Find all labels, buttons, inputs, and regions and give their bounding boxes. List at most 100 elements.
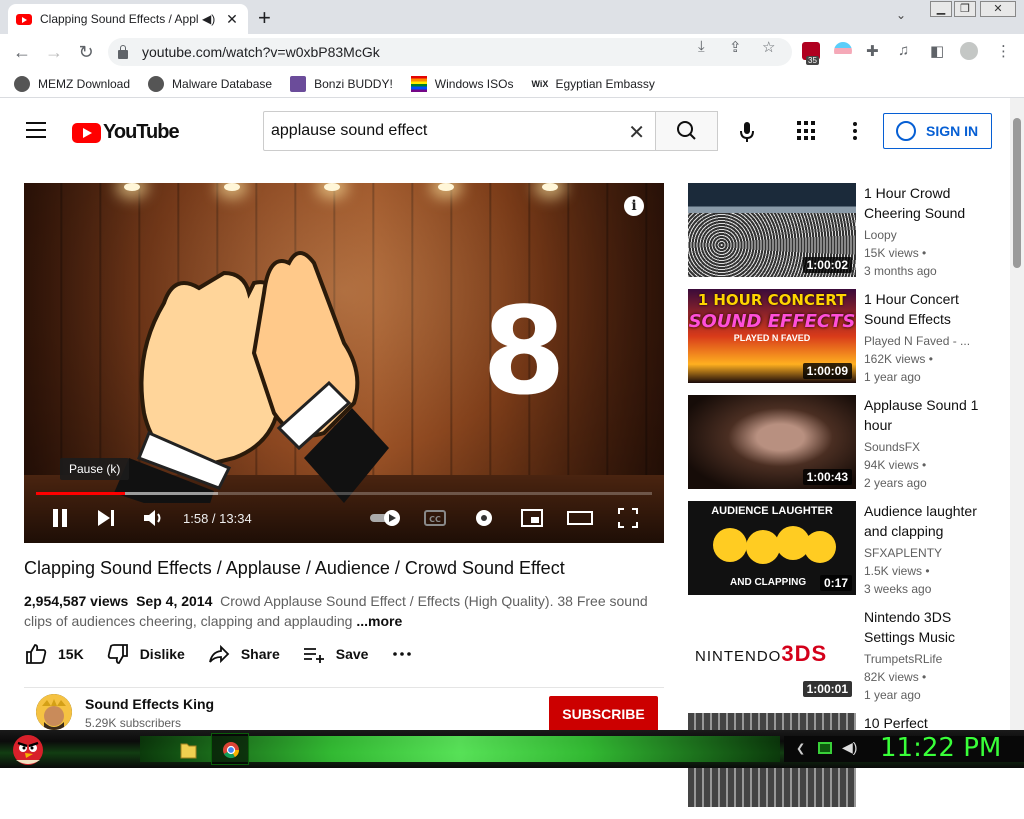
speaker-icon[interactable]: ◀) — [202, 12, 218, 26]
restore-button[interactable]: ❐ — [954, 1, 976, 17]
video-thumbnail[interactable]: AUDIENCE LAUGHTER AND CLAPPING 0:17 — [688, 501, 856, 595]
recommendation-title[interactable]: 1 Hour Crowd Cheering Sound Effect — [864, 183, 984, 223]
recommendation-channel[interactable]: TrumpetsRLife — [864, 652, 942, 666]
flag-extension-icon[interactable] — [834, 42, 852, 60]
video-player[interactable]: 8 i Pause (k) 1:58 / 13:34 CC — [24, 183, 664, 543]
scrollbar-thumb[interactable] — [1013, 118, 1021, 268]
browser-tab[interactable]: Clapping Sound Effects / Applause / Audi… — [8, 4, 248, 34]
time-display: 1:58 / 13:34 — [183, 511, 252, 526]
recommendation-item[interactable]: AUDIENCE LAUGHTER AND CLAPPING 0:17 Audi… — [688, 501, 988, 607]
recommendation-title[interactable]: Audience laughter and clapping — [864, 501, 984, 541]
tab-close-icon[interactable]: ✕ — [224, 11, 240, 28]
search-input[interactable]: applause sound effect ✕ — [263, 111, 656, 151]
miniplayer-icon[interactable] — [519, 505, 545, 531]
theater-mode-icon[interactable] — [566, 505, 594, 531]
search-button[interactable] — [656, 111, 718, 151]
show-hidden-icons-icon[interactable]: ❮ — [796, 742, 805, 755]
video-thumbnail[interactable]: 1:00:43 — [688, 395, 856, 489]
dislike-button[interactable]: Dislike — [106, 642, 185, 666]
next-video-icon[interactable] — [94, 505, 118, 531]
back-arrow-icon[interactable]: ← — [10, 40, 34, 64]
thumbnail-text: 1 HOUR CONCERT — [697, 291, 847, 309]
bonzi-icon — [290, 75, 307, 92]
settings-gear-icon[interactable] — [471, 505, 497, 531]
recommendation-title[interactable]: 1 Hour Concert Sound Effects Played N Fa… — [864, 289, 984, 329]
recommendation-item[interactable]: NINTENDO3DS 1:00:01 Nintendo 3DS Setting… — [688, 607, 988, 713]
video-duration: 1:00:43 — [802, 469, 852, 485]
video-thumbnail[interactable]: 1:00:02 — [688, 183, 856, 277]
recommendation-title[interactable]: Nintendo 3DS Settings Music — [864, 607, 984, 647]
volume-icon[interactable] — [141, 505, 165, 531]
bookmark-bonzi-buddy[interactable]: Bonzi BUDDY! — [290, 75, 393, 92]
recommendation-channel[interactable]: Loopy — [864, 228, 897, 242]
video-thumbnail[interactable]: NINTENDO3DS 1:00:01 — [688, 607, 856, 701]
clapping-hands-illustration — [114, 251, 389, 503]
page-scrollbar[interactable] — [1010, 98, 1024, 730]
share-button[interactable]: Share — [207, 642, 280, 666]
recommendation-title[interactable]: Applause Sound 1 hour — [864, 395, 984, 435]
recommendation-channel[interactable]: Played N Faved - ... — [864, 334, 970, 348]
extensions-puzzle-icon[interactable]: ✚ — [866, 42, 879, 60]
bookmark-label: Egyptian Embassy — [555, 76, 655, 91]
new-tab-button[interactable]: + — [258, 5, 271, 31]
share-icon[interactable]: ⇪ — [729, 38, 742, 56]
bookmark-egyptian-embassy[interactable]: WiX Egyptian Embassy — [531, 77, 654, 91]
bookmark-windows-isos[interactable]: Windows ISOs — [410, 75, 513, 92]
recommendation-age: 2 years ago — [864, 476, 927, 490]
like-button[interactable]: 15K — [24, 642, 84, 666]
progress-bar[interactable] — [36, 492, 652, 495]
more-actions-button[interactable] — [390, 642, 424, 666]
fullscreen-icon[interactable] — [616, 505, 640, 531]
minimize-button[interactable]: ▁ — [930, 1, 952, 17]
network-icon[interactable] — [818, 742, 832, 754]
recommendation-item[interactable]: 1 HOUR CONCERT SOUND EFFECTS PLAYED N FA… — [688, 289, 988, 395]
bookmark-malware-database[interactable]: Malware Database — [148, 75, 272, 92]
recommendation-item[interactable]: 1:00:43 Applause Sound 1 hour SoundsFX 9… — [688, 395, 988, 501]
recommendation-channel[interactable]: SoundsFX — [864, 440, 920, 454]
start-button[interactable] — [6, 730, 50, 768]
recommendation-item[interactable]: 1:00:02 1 Hour Crowd Cheering Sound Effe… — [688, 183, 988, 289]
captions-icon[interactable]: CC — [422, 505, 448, 531]
profile-avatar-icon[interactable] — [960, 42, 978, 60]
youtube-logo[interactable]: YouTube — [72, 121, 180, 144]
sign-in-button[interactable]: SIGN IN — [883, 113, 992, 149]
sign-in-label: SIGN IN — [926, 123, 979, 139]
recommendation-channel[interactable]: SFXAPLENTY — [864, 546, 942, 560]
chrome-menu-icon[interactable]: ⋮ — [996, 42, 1011, 60]
forward-arrow-icon[interactable]: → — [42, 40, 66, 64]
video-description[interactable]: 2,954,587 views Sep 4, 2014 Crowd Applau… — [24, 591, 664, 631]
video-thumbnail[interactable]: 1 HOUR CONCERT SOUND EFFECTS PLAYED N FA… — [688, 289, 856, 383]
search-icon — [677, 121, 696, 140]
info-icon[interactable]: i — [624, 196, 644, 216]
reload-icon[interactable]: ↻ — [74, 40, 98, 64]
side-panel-icon[interactable]: ◧ — [930, 42, 944, 60]
bookmark-star-icon[interactable]: ☆ — [762, 38, 775, 56]
spotlight — [438, 183, 454, 191]
clear-search-icon[interactable]: ✕ — [628, 120, 645, 145]
show-more-link[interactable]: ...more — [356, 613, 402, 629]
address-bar[interactable]: youtube.com/watch?v=w0xbP83McGk — [108, 38, 792, 66]
install-app-icon[interactable]: ⤓ — [698, 38, 705, 55]
hamburger-menu-icon[interactable] — [26, 122, 46, 138]
pause-icon[interactable] — [48, 505, 72, 531]
save-button[interactable]: Save — [302, 642, 368, 666]
channel-name[interactable]: Sound Effects King — [85, 696, 214, 712]
bookmark-memz[interactable]: MEMZ Download — [14, 75, 130, 92]
file-explorer-taskbar-button[interactable] — [168, 733, 206, 765]
media-control-icon[interactable]: ♫ — [898, 42, 909, 59]
apps-grid-icon[interactable] — [797, 121, 817, 141]
browser-toolbar: ← → ↻ youtube.com/watch?v=w0xbP83McGk ⤓ … — [0, 34, 1024, 70]
voice-search-button[interactable] — [733, 118, 761, 146]
subscribe-button[interactable]: SUBSCRIBE — [549, 696, 658, 732]
tab-search-icon[interactable]: ⌄ — [896, 8, 906, 22]
spotlight — [124, 183, 140, 191]
channel-avatar[interactable] — [36, 694, 72, 730]
browser-tab-strip: Clapping Sound Effects / Applause / Audi… — [0, 0, 1024, 34]
close-window-button[interactable]: ✕ — [980, 1, 1016, 17]
taskbar-clock[interactable]: 11:22 PM — [880, 733, 1001, 763]
autoplay-toggle[interactable] — [368, 505, 404, 531]
volume-tray-icon[interactable]: ◀) — [842, 739, 857, 756]
chrome-taskbar-button[interactable] — [211, 733, 249, 765]
settings-more-icon[interactable] — [845, 118, 865, 144]
lock-icon[interactable] — [118, 44, 128, 59]
